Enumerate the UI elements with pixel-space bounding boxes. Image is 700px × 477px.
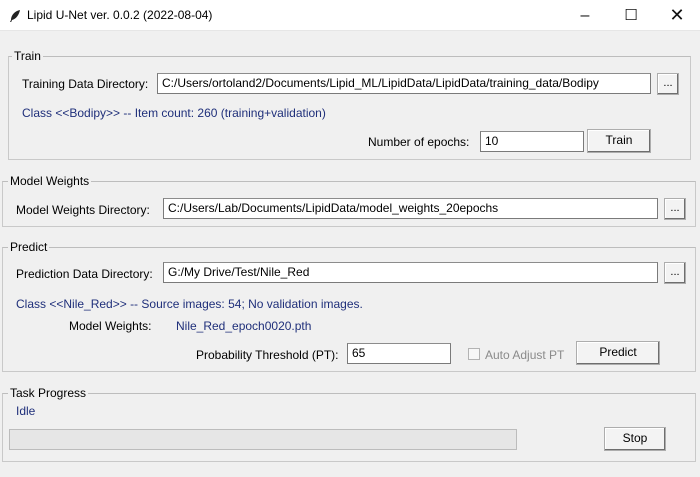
task-progress-frame (2, 393, 696, 462)
task-status-label: Idle (16, 404, 36, 418)
model-weights-dir-input[interactable]: C:/Users/Lab/Documents/LipidData/model_w… (163, 198, 658, 219)
training-dir-input[interactable]: C:/Users/ortoland2/Documents/Lipid_ML/Li… (157, 73, 651, 94)
predict-frame-title: Predict (8, 240, 50, 254)
stop-button[interactable]: Stop (604, 427, 666, 451)
model-weights-filename: Nile_Red_epoch0020.pth (176, 319, 312, 333)
epochs-input[interactable]: 10 (480, 131, 584, 152)
training-dir-browse-button[interactable]: ... (657, 73, 679, 95)
train-button[interactable]: Train (587, 129, 651, 153)
model-weights-browse-button[interactable]: ... (664, 198, 686, 220)
probability-threshold-input[interactable]: 65 (347, 343, 451, 364)
auto-adjust-pt-checkbox[interactable] (468, 348, 480, 360)
training-class-info: Class <<Bodipy>> -- Item count: 260 (tra… (22, 106, 326, 120)
feather-icon (10, 10, 20, 22)
prediction-dir-input[interactable]: G:/My Drive/Test/Nile_Red (163, 262, 658, 283)
model-weights-frame-title: Model Weights (8, 174, 92, 188)
close-button[interactable]: ✕ (654, 0, 700, 31)
auto-adjust-pt-label: Auto Adjust PT (485, 348, 565, 362)
prediction-class-info: Class <<Nile_Red>> -- Source images: 54;… (16, 297, 363, 311)
epochs-label: Number of epochs: (368, 135, 470, 149)
training-dir-label: Training Data Directory: (22, 77, 149, 91)
prediction-dir-browse-button[interactable]: ... (664, 262, 686, 284)
train-frame-title: Train (12, 49, 43, 63)
window-title: Lipid U-Net ver. 0.0.2 (2022-08-04) (27, 8, 213, 22)
prediction-dir-label: Prediction Data Directory: (16, 267, 153, 281)
probability-threshold-label: Probability Threshold (PT): (196, 348, 339, 362)
minimize-button[interactable]: – (562, 0, 608, 31)
progress-bar (9, 429, 517, 450)
task-progress-frame-title: Task Progress (8, 386, 89, 400)
model-weights-dir-label: Model Weights Directory: (16, 203, 150, 217)
model-weights-label: Model Weights: (69, 319, 152, 333)
predict-button[interactable]: Predict (576, 341, 660, 365)
maximize-button[interactable]: ☐ (608, 0, 654, 31)
